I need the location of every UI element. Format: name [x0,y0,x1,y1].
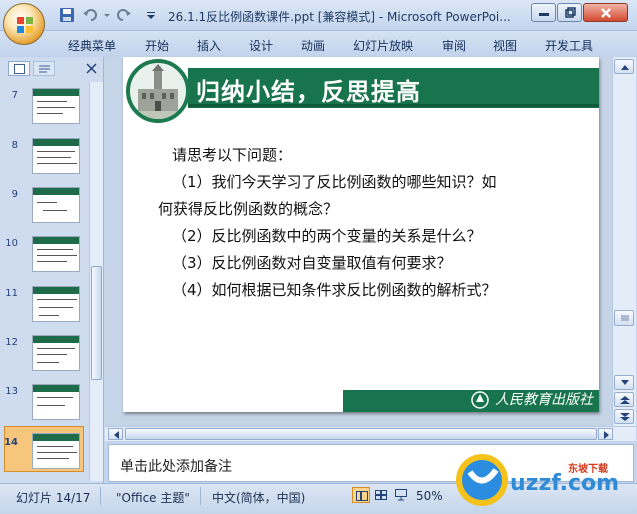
outline-tab[interactable] [33,61,55,76]
tab-slide-show[interactable]: 幻灯片放映 [353,37,413,54]
tab-insert[interactable]: 插入 [197,37,221,54]
undo-dropdown-icon[interactable] [102,7,112,23]
next-slide-icon [620,413,630,421]
slides-icon [14,64,25,74]
slide-title[interactable]: 归纳小结，反思提高 [196,72,421,107]
question-4: （4）如何根据已知条件求反比例函数的解析式？ [172,281,497,299]
scroll-right-button[interactable] [598,428,613,440]
vertical-scroll-thumb[interactable] [614,310,634,326]
watermark-logo-icon [456,454,508,506]
scroll-down-icon [621,380,629,385]
restore-icon [565,7,576,18]
close-button[interactable] [583,3,628,22]
watermark-brand: uzzf.com [510,471,620,496]
redo-icon[interactable] [114,7,132,23]
window-title: 26.1.1反比例函数课件.ppt [兼容模式] - Microsoft Pow… [168,10,511,24]
slideshow-button[interactable] [392,487,410,503]
slide-sorter-icon [375,490,387,500]
slide-thumbnail-14[interactable] [32,433,80,469]
slide-thumbnail-10[interactable] [32,236,80,272]
thumb-number: 7 [11,90,18,101]
building-icon [130,64,186,119]
status-divider [200,487,201,505]
scroll-up-button[interactable] [614,59,634,74]
tab-home[interactable]: 开始 [145,37,169,54]
outline-icon [39,65,50,73]
minimize-icon [539,13,549,16]
office-logo-icon [17,17,33,33]
scroll-up-icon [621,65,629,70]
tab-design[interactable]: 设计 [249,37,273,54]
slideshow-icon [395,489,407,501]
tab-review[interactable]: 审阅 [442,37,466,54]
slides-panel-scrollbar[interactable] [89,82,103,481]
tab-view[interactable]: 视图 [493,37,517,54]
save-icon[interactable] [58,7,76,23]
language-indicator[interactable]: 中文(简体，中国) [212,489,305,506]
slide-thumbnail-8[interactable] [32,138,80,174]
prompt-line: 请思考以下问题： [172,146,293,164]
question-1-cont: 何获得反比例函数的概念？ [158,200,339,218]
slide-thumbnail-11[interactable] [32,286,80,322]
slide-vertical-scrollbar[interactable] [612,57,636,426]
close-icon [601,8,611,18]
slide-counter: 幻灯片 14/17 [16,491,91,505]
question-1: （1）我们今天学习了反比例函数的哪些知识？如 [172,173,497,191]
slide-body-text[interactable]: 请思考以下问题： （1）我们今天学习了反比例函数的哪些知识？如 何获得反比例函数… [158,142,588,304]
tab-animations[interactable]: 动画 [301,37,325,54]
slide-thumbnail-12[interactable] [32,335,80,371]
question-3: （3）反比例函数对自变量取值有何要求？ [172,254,452,272]
slides-tab[interactable] [8,61,30,76]
close-panel-icon[interactable] [86,63,97,74]
scroll-right-icon [604,431,609,439]
status-divider [100,487,101,505]
theme-name[interactable]: "Office 主题" [116,489,190,506]
slides-panel-scroll-thumb[interactable] [91,266,102,380]
thumb-number: 12 [5,337,18,348]
thumb-number: 11 [5,288,18,299]
question-2: （2）反比例函数中的两个变量的关系是什么？ [172,227,482,245]
thumb-number: 13 [5,386,18,397]
slide-sorter-button[interactable] [372,487,390,503]
previous-slide-icon [620,396,630,404]
tab-developer[interactable]: 开发工具 [545,37,593,54]
publisher-logo-icon [471,391,489,409]
scroll-left-button[interactable] [108,428,123,440]
minimize-button[interactable] [531,3,556,22]
thumb-number: 10 [5,238,18,249]
normal-view-icon [356,491,368,501]
slide-thumbnail-13[interactable] [32,384,80,420]
thumb-number: 14 [4,437,18,448]
scroll-left-icon [114,431,119,439]
publisher-name: 人民教育出版社 [495,392,593,408]
scroll-down-button[interactable] [614,375,634,390]
restore-button[interactable] [557,3,582,22]
next-slide-button[interactable] [614,409,634,424]
grip-icon [621,315,629,321]
notes-placeholder[interactable]: 单击此处添加备注 [120,456,232,476]
office-button[interactable] [3,3,45,45]
zoom-level[interactable]: 50% [416,489,443,503]
slide-thumbnail-9[interactable] [32,187,80,223]
horizontal-scroll-thumb[interactable] [125,428,597,440]
building-emblem [126,59,190,123]
thumb-number: 9 [11,189,18,200]
undo-icon[interactable] [82,7,100,23]
thumb-number: 8 [11,140,18,151]
normal-view-button[interactable] [352,487,370,503]
tab-classic-menu[interactable]: 经典菜单 [68,37,116,54]
previous-slide-button[interactable] [614,392,634,407]
slide-thumbnail-7[interactable] [32,88,80,124]
customize-toolbar-icon[interactable] [145,7,157,23]
